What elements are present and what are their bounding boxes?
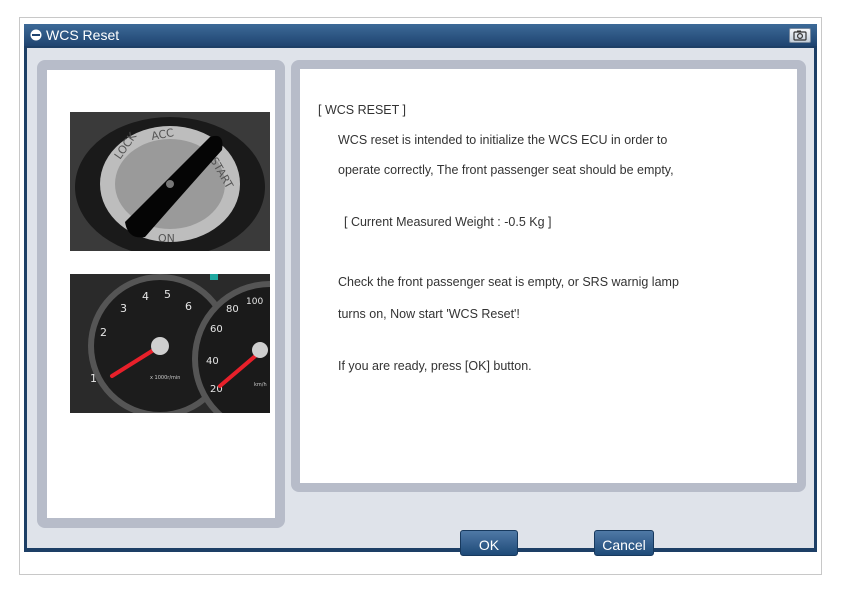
speed-tick: 40: [206, 356, 219, 367]
image-panel-inner: LOCK ACC START ON 1 2 3 4 5 6 x 1000r/mi…: [47, 70, 275, 518]
tach-tick: 5: [164, 288, 171, 301]
tach-tick: 3: [120, 302, 127, 315]
wcs-reset-dialog: WCS Reset LOCK ACC START ON 1 2 3 4 5 6 …: [24, 24, 817, 556]
image-panel: LOCK ACC START ON 1 2 3 4 5 6 x 1000r/mi…: [37, 60, 285, 528]
ignition-switch-photo: LOCK ACC START ON: [70, 112, 270, 251]
message-line: If you are ready, press [OK] button.: [338, 359, 532, 373]
message-heading: [ WCS RESET ]: [318, 103, 406, 117]
speed-tick: 80: [226, 304, 239, 315]
message-line: WCS reset is intended to initialize the …: [338, 133, 668, 147]
ok-button[interactable]: OK: [460, 530, 518, 556]
cancel-button[interactable]: Cancel: [594, 530, 654, 556]
tach-unit: x 1000r/min: [150, 375, 180, 381]
camera-icon: [793, 30, 807, 41]
message-panel: [ WCS RESET ] WCS reset is intended to i…: [291, 60, 806, 492]
screen-capture-button[interactable]: [789, 28, 811, 43]
dialog-body: LOCK ACC START ON 1 2 3 4 5 6 x 1000r/mi…: [27, 48, 814, 556]
speed-tick: 60: [210, 324, 223, 335]
message-area: [ WCS RESET ] WCS reset is intended to i…: [300, 69, 797, 483]
message-line: turns on, Now start 'WCS Reset'!: [338, 307, 520, 321]
app-icon: [30, 29, 42, 41]
instrument-cluster-photo: 1 2 3 4 5 6 x 1000r/min 20 40 60 80 100 …: [70, 274, 270, 413]
tach-tick: 4: [142, 290, 149, 303]
title-bar: WCS Reset: [24, 24, 817, 46]
tach-tick: 6: [185, 300, 192, 313]
speed-tick: 100: [246, 297, 263, 307]
window-title: WCS Reset: [46, 27, 120, 43]
ignition-label-on: ON: [158, 232, 175, 245]
tach-tick: 1: [90, 372, 97, 385]
speed-unit: km/h: [254, 382, 267, 388]
tach-tick: 2: [100, 326, 107, 339]
message-line: operate correctly, The front passenger s…: [338, 163, 674, 177]
message-line: Check the front passenger seat is empty,…: [338, 275, 679, 289]
current-weight-readout: [ Current Measured Weight : -0.5 Kg ]: [344, 215, 552, 229]
